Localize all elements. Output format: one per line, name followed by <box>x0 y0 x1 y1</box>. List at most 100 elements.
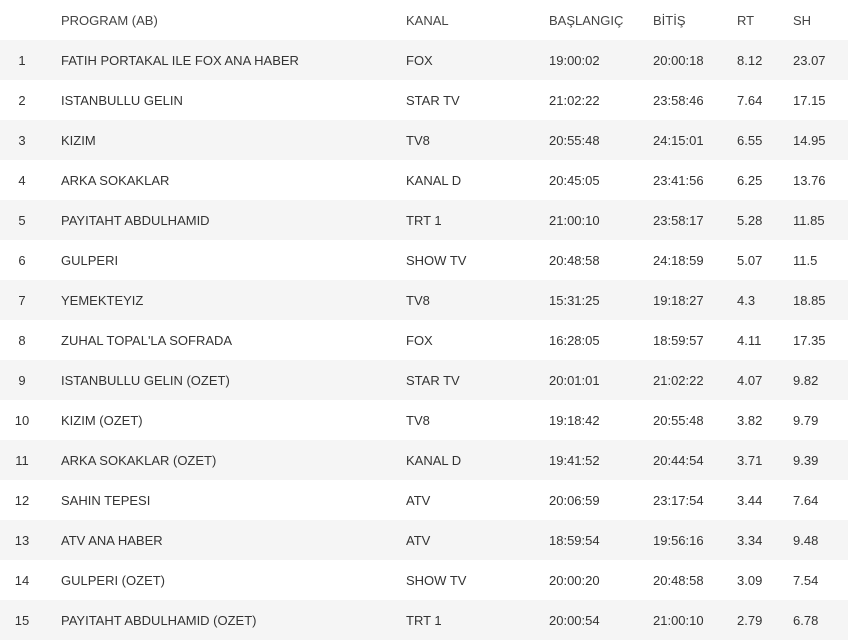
rank-cell: 7 <box>0 280 61 320</box>
table-row: 4 ARKA SOKAKLAR KANAL D 20:45:05 23:41:56 6.2… <box>0 160 848 200</box>
channel-cell: KANAL D <box>406 440 549 480</box>
channel-cell: TV8 <box>406 280 549 320</box>
channel-cell: FOX <box>406 320 549 360</box>
channel-cell: TV8 <box>406 120 549 160</box>
channel-cell: TV8 <box>406 400 549 440</box>
start-time-cell: 21:02:22 <box>549 80 653 120</box>
start-time-cell: 21:00:10 <box>549 200 653 240</box>
share-cell: 9.39 <box>793 440 848 480</box>
share-cell: 17.35 <box>793 320 848 360</box>
rating-cell: 6.55 <box>737 120 793 160</box>
rank-cell: 6 <box>0 240 61 280</box>
rank-cell: 15 <box>0 600 61 640</box>
program-cell: ZUHAL TOPAL'LA SOFRADA <box>61 320 406 360</box>
rating-cell: 3.82 <box>737 400 793 440</box>
program-cell: PAYITAHT ABDULHAMID <box>61 200 406 240</box>
rating-cell: 4.3 <box>737 280 793 320</box>
rating-cell: 3.34 <box>737 520 793 560</box>
end-time-cell: 21:00:10 <box>653 600 737 640</box>
share-cell: 11.5 <box>793 240 848 280</box>
end-time-cell: 24:15:01 <box>653 120 737 160</box>
end-time-cell: 19:18:27 <box>653 280 737 320</box>
program-cell: KIZIM <box>61 120 406 160</box>
rating-cell: 5.28 <box>737 200 793 240</box>
end-time-cell: 23:17:54 <box>653 480 737 520</box>
rank-cell: 12 <box>0 480 61 520</box>
ratings-table: PROGRAM (AB) KANAL BAŞLANGIÇ BİTİŞ RT SH… <box>0 0 848 640</box>
header-start: BAŞLANGIÇ <box>549 12 624 28</box>
rating-cell: 3.71 <box>737 440 793 480</box>
channel-cell: STAR TV <box>406 80 549 120</box>
header-rt: RT <box>737 12 755 28</box>
start-time-cell: 20:06:59 <box>549 480 653 520</box>
table-row: 8 ZUHAL TOPAL'LA SOFRADA FOX 16:28:05 18:59:… <box>0 320 848 360</box>
rank-cell: 14 <box>0 560 61 600</box>
table-row: 12 SAHIN TEPESI ATV 20:06:59 23:17:54 3.44 7.6… <box>0 480 848 520</box>
table-row: 11 ARKA SOKAKLAR (OZET) KANAL D 19:41:52 20:… <box>0 440 848 480</box>
table-row: 1 FATIH PORTAKAL ILE FOX ANA HABER FOX 19:0… <box>0 40 848 80</box>
table-row: 5 PAYITAHT ABDULHAMID TRT 1 21:00:10 23:58:1… <box>0 200 848 240</box>
end-time-cell: 20:44:54 <box>653 440 737 480</box>
header-rank <box>0 0 61 40</box>
start-time-cell: 19:41:52 <box>549 440 653 480</box>
share-cell: 17.15 <box>793 80 848 120</box>
program-cell: ARKA SOKAKLAR (OZET) <box>61 440 406 480</box>
end-time-cell: 20:48:58 <box>653 560 737 600</box>
table-row: 13 ATV ANA HABER ATV 18:59:54 19:56:16 3.34 9.… <box>0 520 848 560</box>
rank-cell: 9 <box>0 360 61 400</box>
header-channel: KANAL <box>406 12 449 28</box>
rating-cell: 4.11 <box>737 320 793 360</box>
rating-cell: 6.25 <box>737 160 793 200</box>
program-cell: GULPERI (OZET) <box>61 560 406 600</box>
start-time-cell: 20:01:01 <box>549 360 653 400</box>
start-time-cell: 20:55:48 <box>549 120 653 160</box>
rating-cell: 7.64 <box>737 80 793 120</box>
end-time-cell: 21:02:22 <box>653 360 737 400</box>
end-time-cell: 23:41:56 <box>653 160 737 200</box>
start-time-cell: 16:28:05 <box>549 320 653 360</box>
header-program: PROGRAM (AB) <box>61 12 158 28</box>
share-cell: 11.85 <box>793 200 848 240</box>
table-row: 7 YEMEKTEYIZ TV8 15:31:25 19:18:27 4.3 18.85 <box>0 280 848 320</box>
start-time-cell: 19:00:02 <box>549 40 653 80</box>
program-cell: ATV ANA HABER <box>61 520 406 560</box>
start-time-cell: 18:59:54 <box>549 520 653 560</box>
rating-cell: 8.12 <box>737 40 793 80</box>
table-row: 14 GULPERI (OZET) SHOW TV 20:00:20 20:48:58 3… <box>0 560 848 600</box>
share-cell: 6.78 <box>793 600 848 640</box>
start-time-cell: 15:31:25 <box>549 280 653 320</box>
share-cell: 13.76 <box>793 160 848 200</box>
table-row: 9 ISTANBULLU GELIN (OZET) STAR TV 20:01:01 2… <box>0 360 848 400</box>
start-time-cell: 19:18:42 <box>549 400 653 440</box>
share-cell: 14.95 <box>793 120 848 160</box>
channel-cell: TRT 1 <box>406 600 549 640</box>
rank-cell: 5 <box>0 200 61 240</box>
share-cell: 9.48 <box>793 520 848 560</box>
channel-cell: STAR TV <box>406 360 549 400</box>
end-time-cell: 23:58:46 <box>653 80 737 120</box>
channel-cell: TRT 1 <box>406 200 549 240</box>
header-end: BİTİŞ <box>653 12 686 28</box>
table-row: 6 GULPERI SHOW TV 20:48:58 24:18:59 5.07 11.5 <box>0 240 848 280</box>
channel-cell: SHOW TV <box>406 560 549 600</box>
end-time-cell: 20:55:48 <box>653 400 737 440</box>
start-time-cell: 20:00:54 <box>549 600 653 640</box>
end-time-cell: 23:58:17 <box>653 200 737 240</box>
end-time-cell: 19:56:16 <box>653 520 737 560</box>
rank-cell: 3 <box>0 120 61 160</box>
header-sh: SH <box>793 12 812 28</box>
table-row: 10 KIZIM (OZET) TV8 19:18:42 20:55:48 3.82 9.7… <box>0 400 848 440</box>
start-time-cell: 20:00:20 <box>549 560 653 600</box>
channel-cell: FOX <box>406 40 549 80</box>
channel-cell: ATV <box>406 520 549 560</box>
program-cell: YEMEKTEYIZ <box>61 280 406 320</box>
rank-cell: 1 <box>0 40 61 80</box>
program-cell: SAHIN TEPESI <box>61 480 406 520</box>
end-time-cell: 20:00:18 <box>653 40 737 80</box>
rating-cell: 3.44 <box>737 480 793 520</box>
program-cell: ARKA SOKAKLAR <box>61 160 406 200</box>
share-cell: 23.07 <box>793 40 848 80</box>
program-cell: FATIH PORTAKAL ILE FOX ANA HABER <box>61 40 406 80</box>
start-time-cell: 20:45:05 <box>549 160 653 200</box>
rank-cell: 11 <box>0 440 61 480</box>
